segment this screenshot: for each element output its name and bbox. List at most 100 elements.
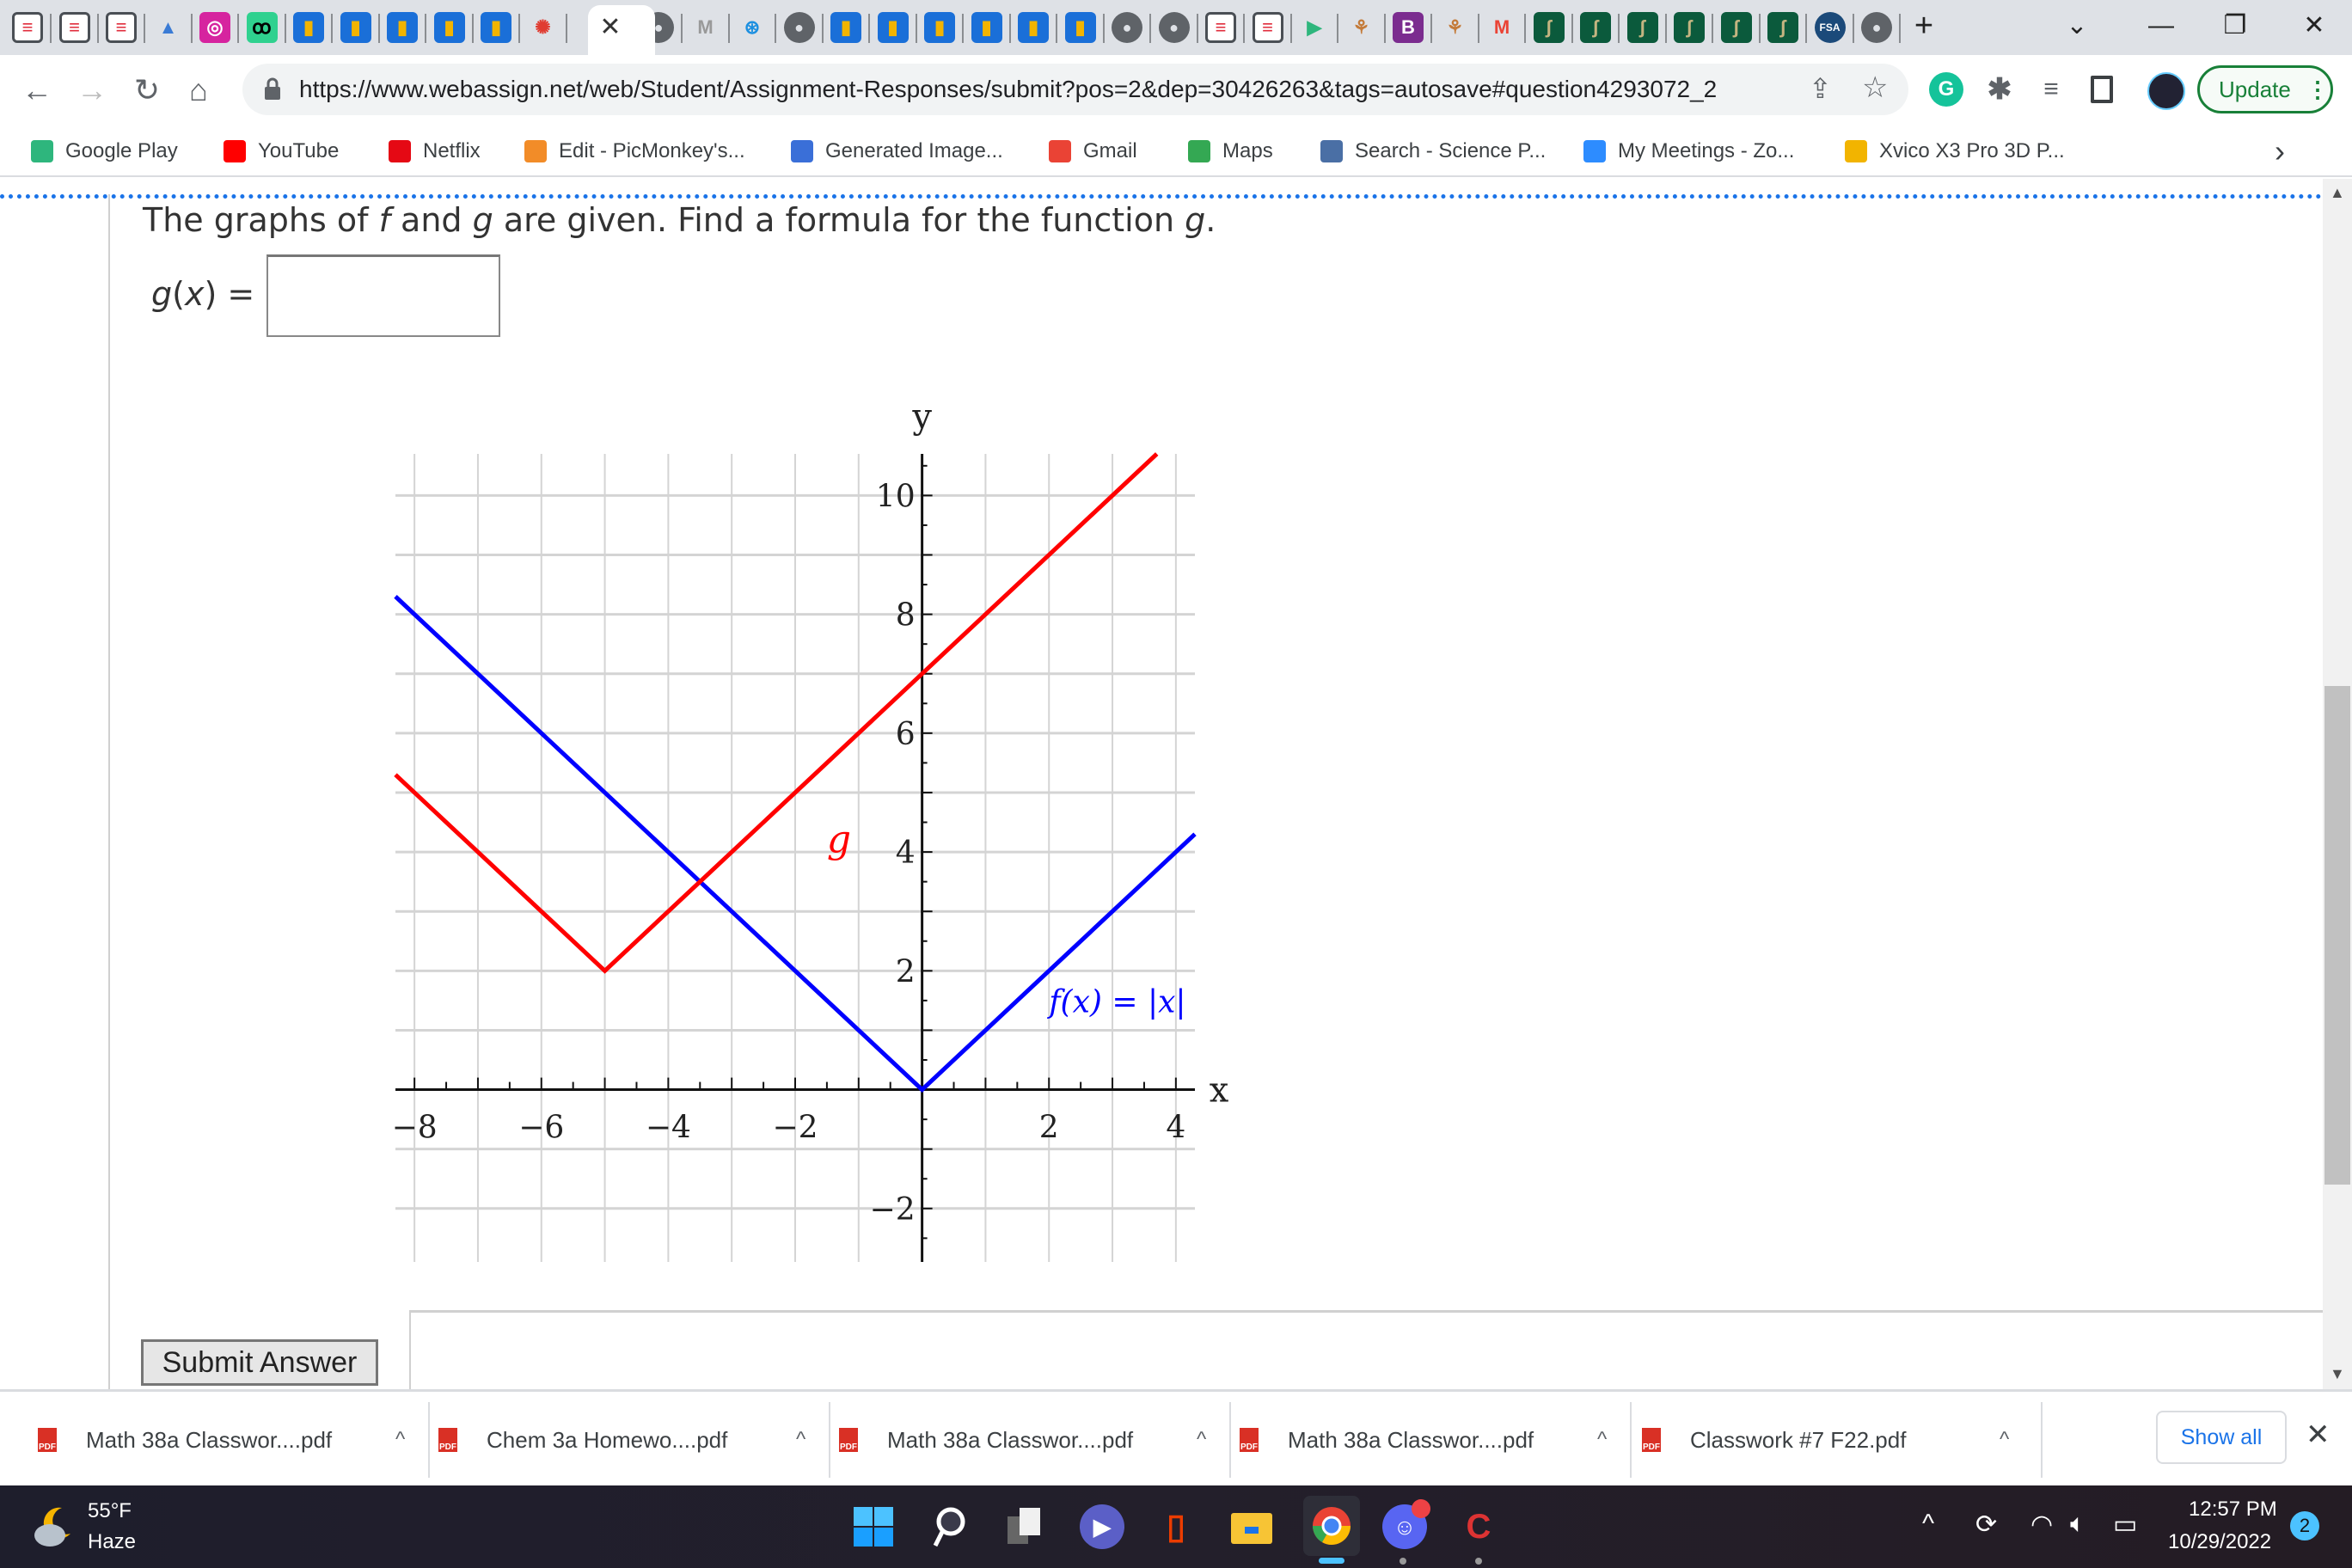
volume-icon[interactable]: 🔈︎ xyxy=(2070,1510,2086,1539)
profile-avatar[interactable] xyxy=(2147,72,2185,110)
minimize-button[interactable]: — xyxy=(2135,9,2187,43)
tab-shopping-bag-icon[interactable]: ▮ xyxy=(433,12,465,43)
tab-steering-wheel-icon[interactable]: ⊛ xyxy=(737,12,768,43)
forward-button[interactable]: → xyxy=(70,69,113,112)
address-bar[interactable]: https://www.webassign.net/web/Student/As… xyxy=(242,64,1908,115)
tab-search-button[interactable]: ⌄ xyxy=(2051,9,2103,43)
tab-google-docs-icon[interactable]: ≡ xyxy=(1252,12,1283,43)
download-options-chevron-icon[interactable]: ^ xyxy=(2000,1428,2009,1452)
tab-google-docs-icon[interactable]: ≡ xyxy=(12,12,43,43)
tab-shopping-bag-icon[interactable]: ▮ xyxy=(924,12,955,43)
restore-button[interactable]: ❐ xyxy=(2209,9,2261,43)
tab-google-docs-icon[interactable]: ≡ xyxy=(106,12,137,43)
tab-google-play-icon[interactable]: ▶ xyxy=(1299,12,1330,43)
download-item[interactable]: PDF Classwork #7 F22.pdf ^ xyxy=(1642,1392,2009,1488)
bookmark-google-play[interactable]: Google Play xyxy=(31,136,178,167)
search-icon[interactable] xyxy=(927,1504,971,1549)
download-item[interactable]: PDF Math 38a Classwor....pdf ^ xyxy=(38,1392,405,1488)
tab-b-icon[interactable]: B xyxy=(1393,12,1424,43)
tab-sac-state-icon[interactable]: ʃ xyxy=(1626,12,1658,43)
show-all-button[interactable]: Show all xyxy=(2156,1411,2287,1464)
office-icon[interactable]: ▯ xyxy=(1154,1504,1198,1549)
home-button[interactable]: ⌂ xyxy=(177,69,220,112)
tab-shopping-bag-icon[interactable]: ▮ xyxy=(481,12,511,43)
bookmark-search-science-p[interactable]: Search - Science P... xyxy=(1320,136,1546,167)
tab-instagram-icon[interactable]: ◎ xyxy=(199,12,230,43)
tab-m-icon[interactable]: M xyxy=(689,12,721,43)
download-options-chevron-icon[interactable]: ^ xyxy=(1597,1428,1607,1452)
download-item[interactable]: PDF Chem 3a Homewo....pdf ^ xyxy=(438,1392,805,1488)
tab-molecule-icon[interactable]: ⚘ xyxy=(1345,12,1377,43)
tab-fsa-icon[interactable]: FSA xyxy=(1814,12,1846,43)
tab-globe-icon[interactable]: ● xyxy=(1112,12,1142,43)
extensions-puzzle-icon[interactable]: ✱ xyxy=(1982,72,2017,107)
tab-sac-state-icon[interactable]: ʃ xyxy=(1580,12,1611,43)
tab-sac-state-icon[interactable]: ʃ xyxy=(1674,12,1705,43)
wifi-icon[interactable]: ◠ xyxy=(2030,1510,2053,1540)
tab-globe-icon[interactable]: ● xyxy=(783,12,815,43)
bookmark-maps[interactable]: Maps xyxy=(1188,136,1273,167)
tab-shopping-bag-icon[interactable]: ▮ xyxy=(387,12,418,43)
tab-sac-state-icon[interactable]: ʃ xyxy=(1767,12,1798,43)
back-button[interactable]: ← xyxy=(15,69,58,112)
download-options-chevron-icon[interactable]: ^ xyxy=(1197,1428,1206,1452)
weather-temperature[interactable]: 55°F xyxy=(88,1499,132,1523)
tab-shopping-bag-icon[interactable]: ▮ xyxy=(293,12,324,43)
download-options-chevron-icon[interactable]: ^ xyxy=(796,1428,805,1452)
teams-meet-icon[interactable]: ▶ xyxy=(1080,1504,1124,1549)
tab-shopping-bag-icon[interactable]: ▮ xyxy=(1018,12,1049,43)
bookmark-youtube[interactable]: YouTube xyxy=(224,136,339,167)
notification-badge[interactable]: 2 xyxy=(2290,1511,2319,1540)
download-options-chevron-icon[interactable]: ^ xyxy=(395,1428,405,1452)
tab-shopping-bag-icon[interactable]: ▮ xyxy=(340,12,371,43)
battery-charging-icon[interactable]: ▭ xyxy=(2113,1510,2137,1540)
close-window-button[interactable]: ✕ xyxy=(2288,9,2340,43)
weather-description[interactable]: Haze xyxy=(88,1530,136,1554)
tab-gmail-icon[interactable]: M xyxy=(1486,12,1517,43)
close-tab-icon[interactable]: ✕ xyxy=(595,12,626,43)
clock-time[interactable]: 12:57 PM xyxy=(2189,1498,2277,1522)
bookmark-edit-picmonkey-s[interactable]: Edit - PicMonkey's... xyxy=(524,136,745,167)
bookmark-generated-image[interactable]: Generated Image... xyxy=(791,136,1003,167)
url-text[interactable]: https://www.webassign.net/web/Student/As… xyxy=(299,76,1717,103)
new-tab-button[interactable]: + xyxy=(1898,9,1950,43)
tab-csusb-icon[interactable]: ▲ xyxy=(152,12,184,43)
close-downloads-icon[interactable]: ✕ xyxy=(2306,1418,2331,1452)
tab-shopping-bag-icon[interactable]: ▮ xyxy=(1064,12,1096,43)
submit-answer-button[interactable]: Submit Answer xyxy=(141,1339,378,1386)
tab-sac-state-icon[interactable]: ʃ xyxy=(1533,12,1565,43)
tab-molecule-icon[interactable]: ⚘ xyxy=(1439,12,1471,43)
tab-google-docs-icon[interactable]: ≡ xyxy=(58,12,90,43)
file-explorer-icon[interactable] xyxy=(1229,1504,1274,1549)
ccleaner-icon[interactable]: C xyxy=(1456,1504,1501,1549)
clock-date[interactable]: 10/29/2022 xyxy=(2168,1530,2271,1554)
tab-google-docs-icon[interactable]: ≡ xyxy=(1205,12,1236,43)
reload-button[interactable]: ↻ xyxy=(126,69,168,112)
tab-shopping-bag-icon[interactable]: ▮ xyxy=(877,12,909,43)
start-windows-icon[interactable] xyxy=(851,1504,896,1549)
sync-icon[interactable]: ⟳ xyxy=(1975,1510,1997,1540)
tab-sac-state-icon[interactable]: ʃ xyxy=(1720,12,1752,43)
bookmark-my-meetings-zo[interactable]: My Meetings - Zo... xyxy=(1583,136,1794,167)
bookmark-xvico-x3-pro-3d-p[interactable]: Xvico X3 Pro 3D P... xyxy=(1845,136,2065,167)
grammarly-icon[interactable]: G xyxy=(1929,72,1963,107)
scroll-down-arrow[interactable]: ▼ xyxy=(2330,1365,2345,1383)
tab-globe-icon[interactable]: ● xyxy=(1861,12,1892,43)
tab-shopping-bag-icon[interactable]: ▮ xyxy=(971,12,1002,43)
bookmark-netflix[interactable]: Netflix xyxy=(389,136,481,167)
answer-input[interactable] xyxy=(266,254,500,337)
update-button[interactable]: Update ⋮ xyxy=(2197,65,2333,113)
tab-odnoklassniki-icon[interactable]: ꝏ xyxy=(246,12,278,43)
download-item[interactable]: PDF Math 38a Classwor....pdf ^ xyxy=(1240,1392,1607,1488)
share-icon[interactable]: ⇪ xyxy=(1809,72,1832,105)
bookmark-gmail[interactable]: Gmail xyxy=(1049,136,1137,167)
scroll-thumb[interactable] xyxy=(2324,686,2350,1185)
bookmarks-overflow-button[interactable]: › xyxy=(2275,133,2285,168)
show-hidden-icons-chevron[interactable]: ^ xyxy=(1922,1510,1934,1539)
media-control-icon[interactable]: ≡ xyxy=(2034,72,2068,107)
chrome-taskbar-icon[interactable] xyxy=(1303,1496,1360,1556)
tab-globe-icon[interactable]: ● xyxy=(1158,12,1190,43)
download-item[interactable]: PDF Math 38a Classwor....pdf ^ xyxy=(839,1392,1206,1488)
side-panel-icon[interactable] xyxy=(2091,76,2113,103)
tab-shopping-bag-icon[interactable]: ▮ xyxy=(830,12,861,43)
